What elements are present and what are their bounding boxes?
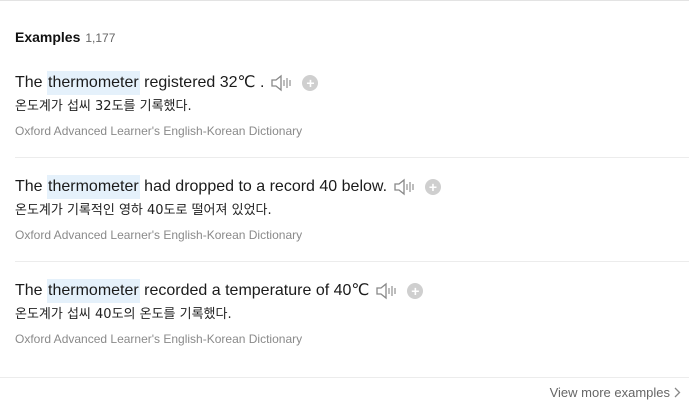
footer-divider xyxy=(0,377,689,378)
speaker-icon[interactable] xyxy=(375,281,399,301)
highlighted-word[interactable]: thermometer xyxy=(47,71,140,95)
speaker-icon[interactable] xyxy=(393,177,417,197)
example-source: Oxford Advanced Learner's English-Korean… xyxy=(15,332,303,346)
speaker-icon[interactable] xyxy=(270,73,294,93)
examples-count: 1,177 xyxy=(85,31,116,45)
example-translation: 온도계가 섭씨 32도를 기록했다. xyxy=(15,99,192,114)
example-source: Oxford Advanced Learner's English-Korean… xyxy=(15,124,303,138)
example-item: The thermometer had dropped to a record … xyxy=(15,175,689,244)
sentence-suffix: had dropped to a record 40 below. xyxy=(139,178,388,195)
example-divider xyxy=(15,157,689,158)
plus-circle-icon[interactable]: + xyxy=(407,283,424,299)
example-source: Oxford Advanced Learner's English-Korean… xyxy=(15,228,303,242)
sentence-suffix: recorded a temperature of 40℃ xyxy=(139,282,370,299)
example-item: The thermometer recorded a temperature o… xyxy=(15,279,689,348)
example-translation: 온도계가 기록적인 영하 40도로 떨어져 있었다. xyxy=(15,203,272,218)
highlighted-word[interactable]: thermometer xyxy=(47,175,140,199)
examples-title: Examples xyxy=(15,29,81,45)
top-divider xyxy=(0,0,689,1)
chevron-right-icon xyxy=(674,387,681,398)
example-divider xyxy=(15,261,689,262)
examples-header: Examples 1,177 xyxy=(15,29,115,49)
example-sentence: The thermometer had dropped to a record … xyxy=(15,175,689,199)
plus-circle-icon[interactable]: + xyxy=(425,179,442,195)
highlighted-word[interactable]: thermometer xyxy=(47,279,140,303)
sentence-prefix: The xyxy=(15,178,48,195)
sentence-prefix: The xyxy=(15,74,48,91)
sentence-prefix: The xyxy=(15,282,48,299)
view-more-examples-link[interactable]: View more examples xyxy=(550,385,681,400)
example-item: The thermometer registered 32℃ . + 온도계가 … xyxy=(15,71,689,140)
example-sentence: The thermometer recorded a temperature o… xyxy=(15,279,689,303)
view-more-label: View more examples xyxy=(549,385,670,400)
example-sentence: The thermometer registered 32℃ . + xyxy=(15,71,689,95)
sentence-suffix: registered 32℃ . xyxy=(139,74,265,91)
example-translation: 온도계가 섭씨 40도의 온도를 기록했다. xyxy=(15,307,232,322)
plus-circle-icon[interactable]: + xyxy=(302,75,319,91)
